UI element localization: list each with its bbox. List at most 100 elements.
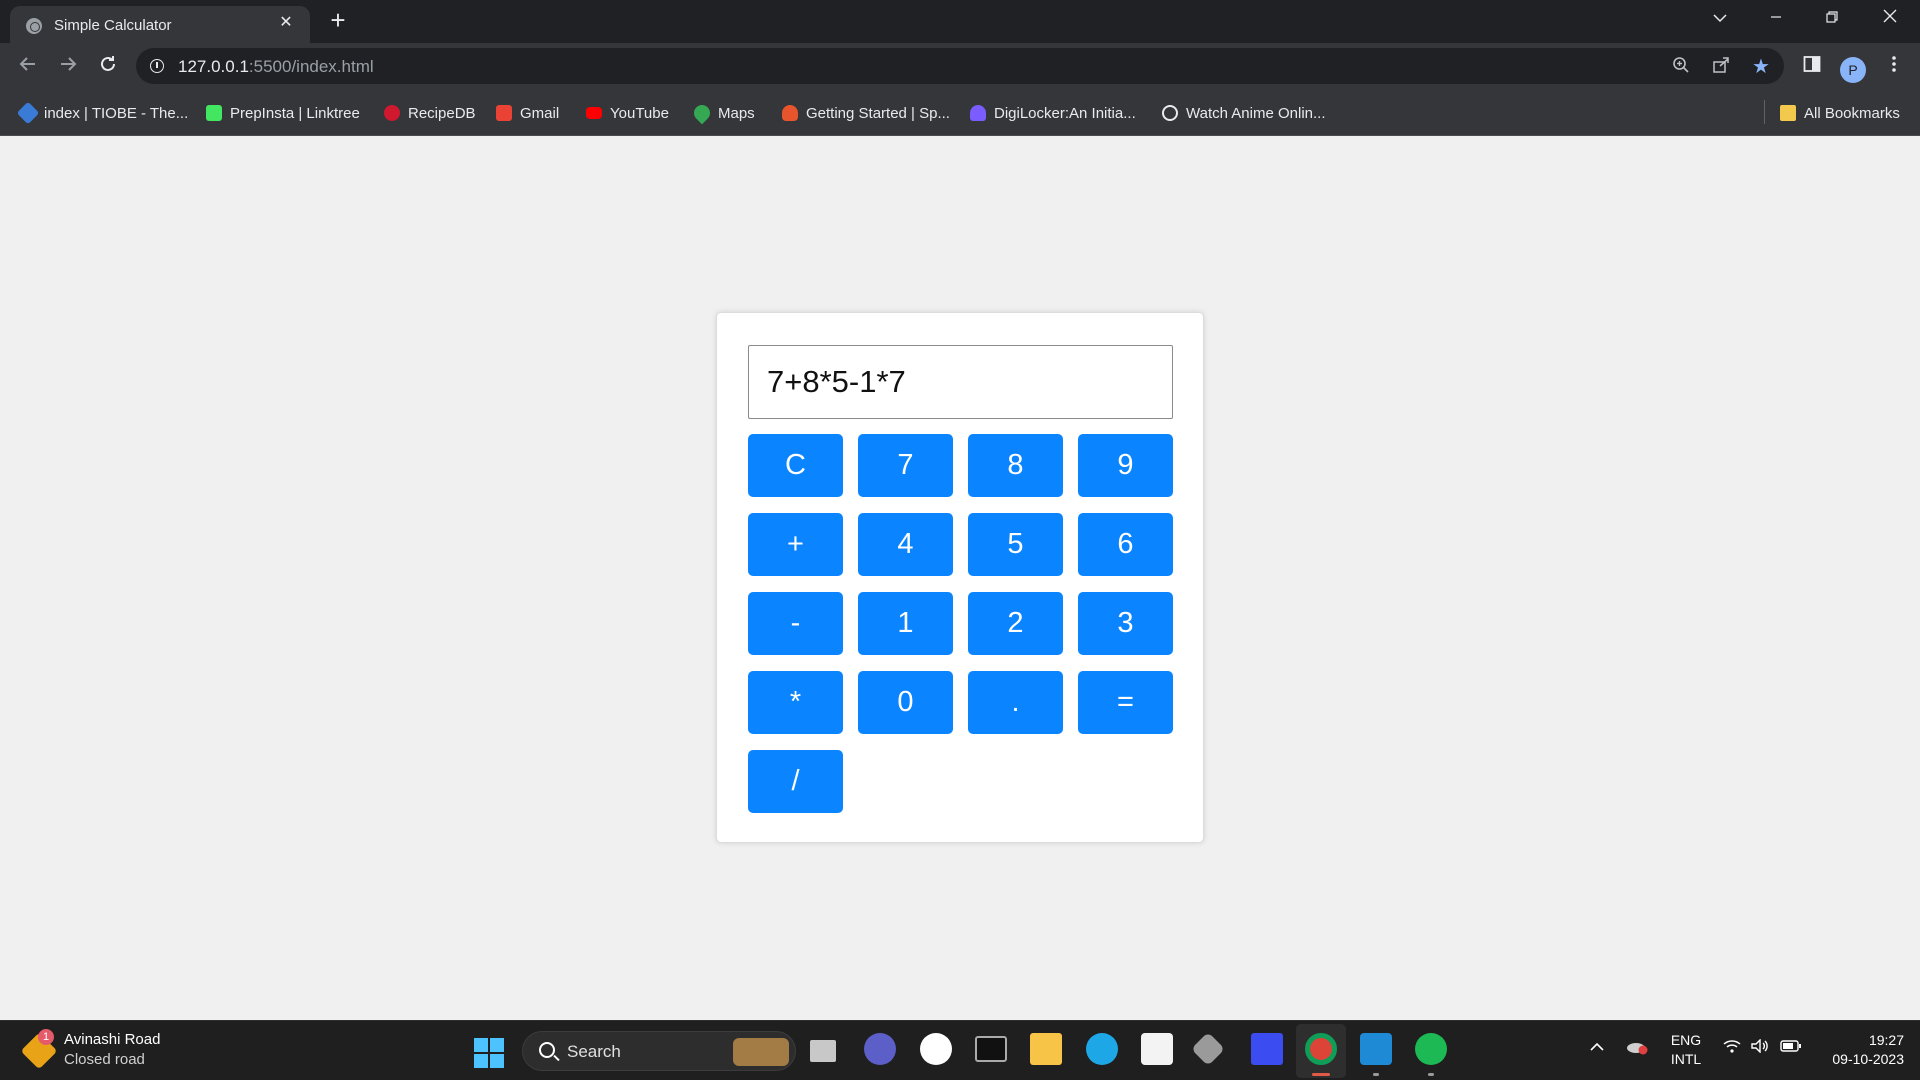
gmail-icon <box>496 105 512 121</box>
forward-arrow-icon <box>61 57 77 71</box>
tab-title: Simple Calculator <box>54 17 172 34</box>
site-info-icon[interactable] <box>150 59 164 73</box>
calculator-panel: 7+8*5-1*7 C 7 8 9 + 4 5 6 - 1 2 3 * 0 . … <box>716 312 1204 843</box>
search-icon <box>539 1042 555 1058</box>
digit-5-button[interactable]: 5 <box>968 513 1063 576</box>
globe-icon <box>26 18 42 34</box>
wifi-icon[interactable] <box>1722 1039 1742 1058</box>
taskbar-search[interactable]: Search <box>522 1031 796 1071</box>
teams-icon[interactable] <box>864 1033 896 1065</box>
back-arrow-icon <box>19 57 35 71</box>
anime-icon <box>1162 105 1178 121</box>
spotify-icon[interactable] <box>1415 1033 1447 1065</box>
bookmark-item[interactable]: Maps <box>690 101 755 125</box>
restore-icon <box>1826 11 1838 23</box>
battery-icon[interactable] <box>1780 1039 1802 1057</box>
microsoft-store-icon[interactable] <box>1141 1033 1173 1065</box>
minimize-icon <box>1771 16 1781 18</box>
zoom-icon[interactable] <box>1670 56 1692 78</box>
browser-tab[interactable]: Simple Calculator ✕ <box>10 6 310 43</box>
vscode-icon[interactable] <box>1360 1033 1392 1065</box>
tab-close-button[interactable]: ✕ <box>276 13 296 33</box>
bookmark-item[interactable]: index | TIOBE - The... <box>16 101 188 125</box>
youtube-icon <box>586 107 602 119</box>
divide-button[interactable]: / <box>748 750 843 813</box>
bookmark-item[interactable]: PrepInsta | Linktree <box>206 102 360 124</box>
reload-button[interactable] <box>94 53 122 81</box>
task-view-icon[interactable] <box>810 1040 836 1062</box>
restore-button[interactable] <box>1804 0 1860 38</box>
notification-badge: 1 <box>38 1029 54 1045</box>
bookmark-star-icon[interactable]: ★ <box>1750 56 1772 78</box>
start-button[interactable] <box>474 1038 504 1068</box>
language-indicator[interactable]: ENG INTL <box>1668 1031 1704 1069</box>
menu-kebab-icon[interactable] <box>1880 53 1908 81</box>
system-clock[interactable]: 19:27 09-10-2023 <box>1812 1031 1904 1069</box>
linktree-icon <box>206 105 222 121</box>
close-icon <box>1883 9 1897 23</box>
search-label: Search <box>567 1042 621 1061</box>
browser-toolbar: 127.0.0.1:5500/index.html ★ P <box>0 43 1920 90</box>
digit-1-button[interactable]: 1 <box>858 592 953 655</box>
share-icon[interactable] <box>1710 56 1732 78</box>
widget-subtitle[interactable]: Closed road <box>64 1051 145 1068</box>
bookmark-item[interactable]: DigiLocker:An Initia... <box>970 102 1136 124</box>
chevron-up-icon[interactable] <box>1588 1039 1606 1057</box>
widget-title[interactable]: Avinashi Road <box>64 1031 160 1048</box>
edge-icon[interactable] <box>1086 1033 1118 1065</box>
volume-icon[interactable] <box>1750 1038 1770 1058</box>
chrome-icon[interactable] <box>1305 1033 1337 1065</box>
url-text[interactable]: 127.0.0.1:5500/index.html <box>178 57 374 77</box>
bookmark-item[interactable]: Watch Anime Onlin... <box>1162 102 1326 124</box>
tiobe-icon <box>16 101 40 125</box>
profile-avatar[interactable]: P <box>1840 57 1866 83</box>
decimal-button[interactable]: . <box>968 671 1063 734</box>
forward-button[interactable] <box>54 53 82 81</box>
spotify-running-indicator <box>1428 1073 1434 1076</box>
address-bar[interactable]: 127.0.0.1:5500/index.html ★ <box>136 48 1784 84</box>
messenger-icon[interactable] <box>920 1033 952 1065</box>
equals-button[interactable]: = <box>1078 671 1173 734</box>
spring-icon <box>782 105 798 121</box>
digit-0-button[interactable]: 0 <box>858 671 953 734</box>
digit-9-button[interactable]: 9 <box>1078 434 1173 497</box>
digit-3-button[interactable]: 3 <box>1078 592 1173 655</box>
bookmarks-divider <box>1764 100 1765 124</box>
bookmark-item[interactable]: YouTube <box>586 102 669 124</box>
onedrive-error-icon[interactable] <box>1626 1039 1648 1060</box>
minus-button[interactable]: - <box>748 592 843 655</box>
side-panel-icon[interactable] <box>1798 53 1826 81</box>
search-highlight-image <box>733 1038 789 1066</box>
bookmark-item[interactable]: RecipeDB <box>384 102 476 124</box>
digilocker-icon <box>970 105 986 121</box>
vscode-running-indicator <box>1373 1073 1379 1076</box>
digit-2-button[interactable]: 2 <box>968 592 1063 655</box>
all-bookmarks-button[interactable]: All Bookmarks <box>1780 102 1900 124</box>
close-window-button[interactable] <box>1862 0 1918 38</box>
back-button[interactable] <box>14 53 42 81</box>
title-bar: Simple Calculator ✕ + <box>0 0 1920 43</box>
jetbrains-toolbox-icon[interactable] <box>1251 1033 1283 1065</box>
digit-6-button[interactable]: 6 <box>1078 513 1173 576</box>
clear-button[interactable]: C <box>748 434 843 497</box>
unity-icon[interactable] <box>1191 1032 1225 1066</box>
calculator-display[interactable]: 7+8*5-1*7 <box>748 345 1173 419</box>
digit-8-button[interactable]: 8 <box>968 434 1063 497</box>
multiply-button[interactable]: * <box>748 671 843 734</box>
taskbar: 1 Avinashi Road Closed road Search ENG I… <box>0 1020 1920 1080</box>
digit-7-button[interactable]: 7 <box>858 434 953 497</box>
reload-icon <box>101 56 115 71</box>
digit-4-button[interactable]: 4 <box>858 513 953 576</box>
plus-button[interactable]: + <box>748 513 843 576</box>
maps-icon <box>690 101 714 125</box>
folder-icon <box>1780 105 1796 121</box>
file-explorer-icon[interactable] <box>1030 1033 1062 1065</box>
bookmark-item[interactable]: Gmail <box>496 102 559 124</box>
new-tab-button[interactable]: + <box>324 6 352 34</box>
tab-search-button[interactable] <box>1692 0 1748 38</box>
bookmarks-bar: index | TIOBE - The... PrepInsta | Linkt… <box>0 90 1920 136</box>
bookmark-item[interactable]: Getting Started | Sp... <box>782 102 950 124</box>
chevron-down-icon <box>1713 14 1727 23</box>
terminal-icon[interactable] <box>975 1036 1007 1062</box>
minimize-button[interactable] <box>1748 0 1804 38</box>
